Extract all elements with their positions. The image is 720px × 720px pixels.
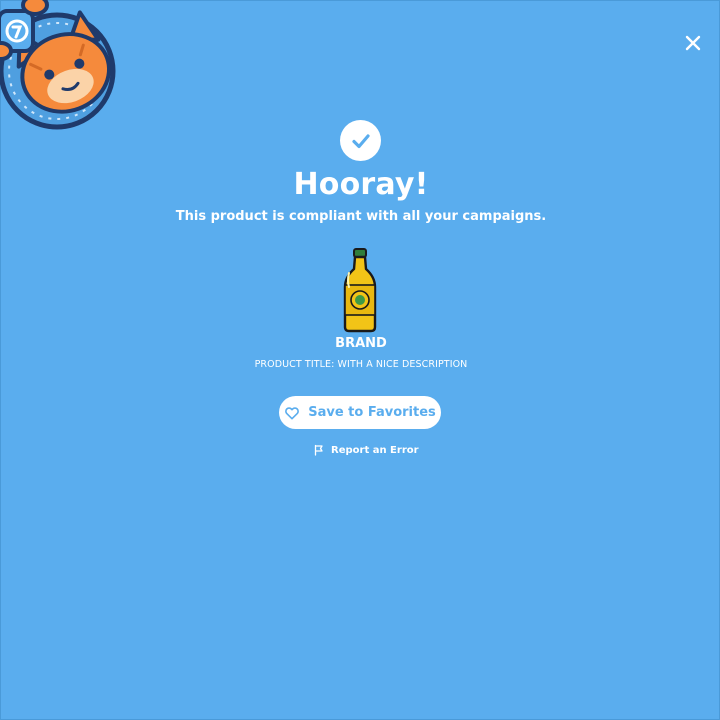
close-button[interactable] [681,31,705,55]
save-to-favorites-label: Save to Favorites [308,405,436,420]
flag-icon [313,444,325,456]
result-title: Hooray! [293,167,429,202]
result-screen: Hooray! This product is compliant with a… [0,0,720,720]
save-to-favorites-button[interactable]: Save to Favorites [279,396,441,429]
heart-icon [284,405,300,421]
bottle-icon [341,247,379,333]
product-brand: BRAND [335,336,387,351]
success-badge [340,120,381,161]
cat-mascot-icon [0,0,135,151]
report-error-link[interactable]: Report an Error [313,442,419,458]
result-message: This product is compliant with all your … [175,209,547,224]
close-icon [685,35,701,51]
checkmark-icon [351,133,370,148]
product-title: PRODUCT TITLE: WITH A NICE DESCRIPTION [254,359,468,370]
report-error-label: Report an Error [331,444,419,456]
